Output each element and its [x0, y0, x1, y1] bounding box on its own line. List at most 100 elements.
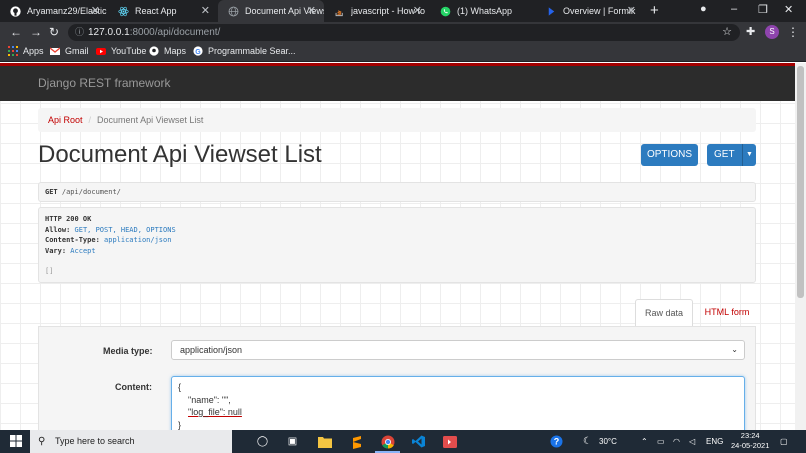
bookmarks-bar: Apps Gmail YouTube Maps G Programmable S…	[0, 43, 806, 62]
system-clock[interactable]: 23:24 24-05-2021	[731, 431, 769, 451]
breadcrumb-current: Document Api Viewset List	[97, 115, 204, 125]
menu-icon[interactable]: ⋮	[787, 25, 799, 39]
close-window-button[interactable]: ✕	[784, 3, 793, 16]
wifi-icon[interactable]: ◠	[673, 430, 680, 453]
formik-icon	[546, 6, 557, 17]
extensions-icon[interactable]: ✚	[746, 25, 755, 38]
react-icon	[118, 6, 129, 17]
url-path: :8000/api/document/	[129, 27, 221, 38]
back-button[interactable]: ←	[10, 25, 22, 39]
svg-text:G: G	[195, 49, 201, 56]
request-method: GET	[45, 188, 58, 196]
tray-overflow-icon[interactable]: ⌃	[641, 430, 648, 453]
profile-avatar[interactable]: S	[765, 25, 779, 39]
close-tab-icon[interactable]: ✕	[627, 4, 636, 17]
cortana-icon[interactable]: ◯	[255, 434, 270, 449]
address-bar[interactable]: ⓘ 127.0.0.1:8000/api/document/ ☆	[68, 24, 740, 41]
bookmark-label: Maps	[164, 46, 187, 56]
notifications-icon[interactable]: ▢	[780, 430, 788, 453]
tab-raw-data[interactable]: Raw data	[635, 299, 693, 326]
chevron-down-icon: ⌄	[731, 345, 738, 354]
google-icon: G	[193, 46, 203, 56]
browser-tab-active[interactable]: Document Api Viewset ✕	[218, 0, 324, 22]
response-info: HTTP 200 OK Allow: GET, POST, HEAD, OPTI…	[38, 207, 756, 283]
sublime-text-icon[interactable]	[349, 434, 364, 449]
weather-temperature[interactable]: 30°C	[599, 430, 617, 453]
browser-tab[interactable]: React App ✕	[108, 0, 218, 22]
svg-text:?: ?	[554, 437, 560, 447]
content-line: "log_file": null	[188, 407, 242, 417]
close-tab-icon[interactable]: ✕	[201, 4, 210, 17]
file-explorer-icon[interactable]	[317, 434, 332, 449]
page-scrollbar-thumb[interactable]	[797, 66, 804, 298]
battery-icon[interactable]: ▭	[657, 430, 665, 453]
response-header: Vary: Accept	[45, 246, 96, 255]
stackoverflow-icon	[334, 6, 345, 17]
media-type-select[interactable]: application/json ⌄	[171, 340, 745, 360]
taskbar-search-placeholder: Type here to search	[55, 436, 135, 446]
bookmark-star-icon[interactable]: ☆	[722, 24, 732, 41]
browser-tab[interactable]: (1) WhatsApp ✕	[430, 0, 536, 22]
windows-start-icon[interactable]	[10, 435, 22, 450]
content-textarea[interactable]: { "name": "", "log_file": null }	[171, 376, 745, 430]
browser-toolbar: ← → ↻ ⓘ 127.0.0.1:8000/api/document/ ☆ ✚…	[0, 22, 806, 43]
forward-button[interactable]: →	[30, 25, 42, 39]
language-indicator[interactable]: ENG	[706, 430, 723, 453]
page-title: Document Api Viewset List	[38, 141, 322, 168]
new-tab-button[interactable]: +	[650, 2, 659, 19]
browser-tab-strip: Aryamanz29/Elastic ✕ React App ✕ Documen…	[0, 0, 806, 22]
weather-icon[interactable]: ☾	[580, 434, 595, 449]
vscode-icon[interactable]	[411, 434, 426, 449]
bookmark-label: Gmail	[65, 46, 89, 56]
content-line: {	[178, 382, 182, 392]
chrome-icon[interactable]	[380, 434, 395, 449]
browser-tab[interactable]: Aryamanz29/Elastic ✕	[0, 0, 108, 22]
task-view-icon[interactable]: ▣	[285, 434, 300, 449]
tab-title: (1) WhatsApp	[457, 6, 513, 16]
close-tab-icon[interactable]: ✕	[413, 4, 422, 17]
options-button[interactable]: OPTIONS	[641, 144, 698, 166]
request-path: /api/document/	[61, 188, 121, 196]
breadcrumb-api-root[interactable]: Api Root	[48, 115, 83, 125]
close-tab-icon[interactable]: ✕	[91, 4, 100, 17]
whatsapp-icon	[440, 6, 451, 17]
media-type-value: application/json	[180, 345, 243, 355]
reload-button[interactable]: ↻	[49, 25, 59, 39]
help-icon[interactable]: ?	[549, 434, 564, 449]
windows-taskbar: ⚲ Type here to search ◯ ▣ ? ☾ 30°C ⌃ ▭ ◠…	[0, 430, 806, 453]
search-icon: ⚲	[38, 436, 46, 447]
close-tab-icon[interactable]: ✕	[307, 4, 316, 17]
drf-brand-link[interactable]: Django REST framework	[38, 76, 171, 90]
get-format-dropdown-icon[interactable]: ▼	[742, 144, 756, 166]
content-line: "name": "",	[188, 394, 231, 405]
youtube-icon	[96, 46, 106, 56]
bookmark-apps[interactable]: Apps	[8, 46, 44, 56]
volume-icon[interactable]: ◁	[689, 430, 695, 453]
browser-tab[interactable]: javascript - How to ✕	[324, 0, 430, 22]
maps-icon	[149, 46, 159, 56]
bookmark-programmable-search[interactable]: G Programmable Sear...	[193, 46, 296, 56]
bookmark-maps[interactable]: Maps	[149, 46, 186, 56]
site-info-icon[interactable]: ⓘ	[75, 24, 84, 41]
content-label: Content:	[115, 382, 152, 392]
browser-tab[interactable]: Overview | Formik ✕	[536, 0, 644, 22]
bookmark-youtube[interactable]: YouTube	[96, 46, 146, 56]
get-button[interactable]: GET ▼	[707, 144, 756, 166]
minimize-button[interactable]: –	[731, 3, 737, 15]
bookmark-gmail[interactable]: Gmail	[50, 46, 89, 56]
tab-search-icon[interactable]: ●	[700, 3, 707, 15]
bookmark-label: Apps	[23, 46, 44, 56]
tab-html-form[interactable]: HTML form	[697, 299, 757, 326]
app-icon[interactable]	[442, 434, 457, 449]
response-body: []	[45, 267, 54, 275]
github-icon	[10, 5, 21, 17]
get-button-label: GET	[714, 149, 735, 160]
restore-button[interactable]: ❐	[758, 3, 768, 16]
url-host: 127.0.0.1	[88, 27, 130, 38]
page-viewport: Django REST framework Api Root / Document …	[0, 63, 795, 430]
response-header: Content-Type: application/json	[45, 236, 172, 244]
taskbar-search-box[interactable]: ⚲ Type here to search	[30, 430, 232, 453]
globe-icon	[228, 6, 239, 17]
raw-data-form: Media type: application/json ⌄ Content: …	[38, 326, 756, 430]
media-type-label: Media type:	[103, 346, 153, 356]
